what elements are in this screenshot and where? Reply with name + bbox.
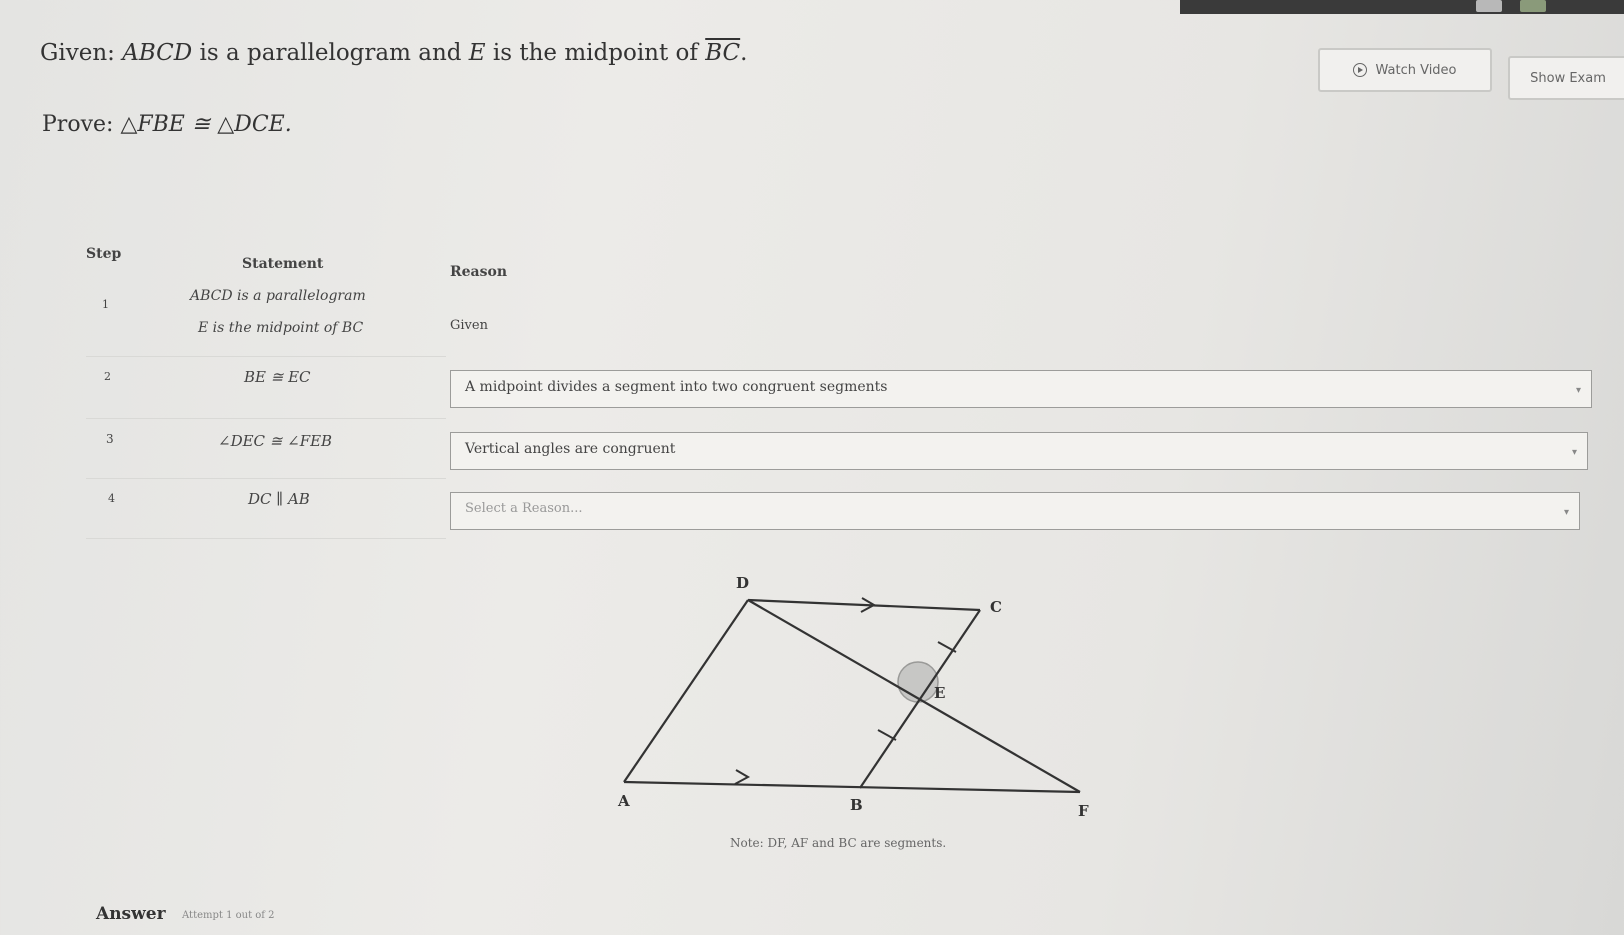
attempt-counter: Attempt 1 out of 2 xyxy=(182,910,275,921)
tick-mark xyxy=(937,641,957,653)
step-number: 1 xyxy=(102,298,109,311)
statement-cell: DC ∥ AB xyxy=(248,490,310,508)
toolbar-icon[interactable] xyxy=(1520,0,1546,12)
segment-df xyxy=(747,599,1081,793)
watch-video-button[interactable]: Watch Video xyxy=(1318,48,1492,92)
step-header: Step xyxy=(86,246,122,262)
step-number: 4 xyxy=(108,492,115,505)
step-number: 2 xyxy=(104,370,111,383)
reason-dropdown[interactable]: Vertical angles are congruent ▾ xyxy=(450,432,1588,470)
segment-af xyxy=(623,780,1081,794)
label-e: E xyxy=(934,684,945,702)
label-b: B xyxy=(850,796,863,814)
row-divider xyxy=(86,356,446,357)
segment-dc xyxy=(747,598,981,612)
play-icon xyxy=(1353,63,1368,77)
statement-cell: ABCD is a parallelogram xyxy=(190,288,366,304)
dropdown-caret-icon: ▾ xyxy=(1571,447,1577,458)
parallelogram-diagram: D C E A B F xyxy=(617,574,1089,820)
segment-da xyxy=(623,599,749,783)
row-divider xyxy=(86,418,446,419)
given-statement: Given: ABCD is a parallelogram and E is … xyxy=(40,40,748,66)
statement-cell: BE ≅ EC xyxy=(244,368,311,386)
show-examples-button[interactable]: Show Exam xyxy=(1508,56,1624,100)
step-number: 3 xyxy=(106,432,114,446)
reason-dropdown[interactable]: A midpoint divides a segment into two co… xyxy=(450,370,1592,408)
dropdown-caret-icon: ▾ xyxy=(1575,385,1581,396)
diagram-note: Note: DF, AF and BC are segments. xyxy=(730,836,947,850)
dropdown-caret-icon: ▾ xyxy=(1563,507,1569,518)
label-d: D xyxy=(736,574,749,592)
reason-header: Reason xyxy=(450,264,508,280)
label-f: F xyxy=(1078,802,1089,820)
parallel-arrow xyxy=(734,769,751,785)
prove-statement: Prove: △FBE ≅ △DCE. xyxy=(42,112,292,137)
reason-cell: Given xyxy=(450,318,488,333)
row-divider xyxy=(86,478,446,479)
tick-mark xyxy=(877,729,897,741)
statement-header: Statement xyxy=(242,256,324,272)
reason-dropdown[interactable]: Select a Reason... ▾ xyxy=(450,492,1580,530)
statement-cell: E is the midpoint of BC xyxy=(198,320,364,336)
label-c: C xyxy=(990,598,1002,616)
browser-topbar xyxy=(1180,0,1624,14)
reason-placeholder: Select a Reason... xyxy=(465,501,583,516)
toolbar-icon[interactable] xyxy=(1476,0,1502,12)
statement-cell: ∠DEC ≅ ∠FEB xyxy=(218,432,333,450)
row-divider xyxy=(86,538,446,539)
label-a: A xyxy=(617,792,630,810)
answer-label: Answer xyxy=(96,904,166,924)
